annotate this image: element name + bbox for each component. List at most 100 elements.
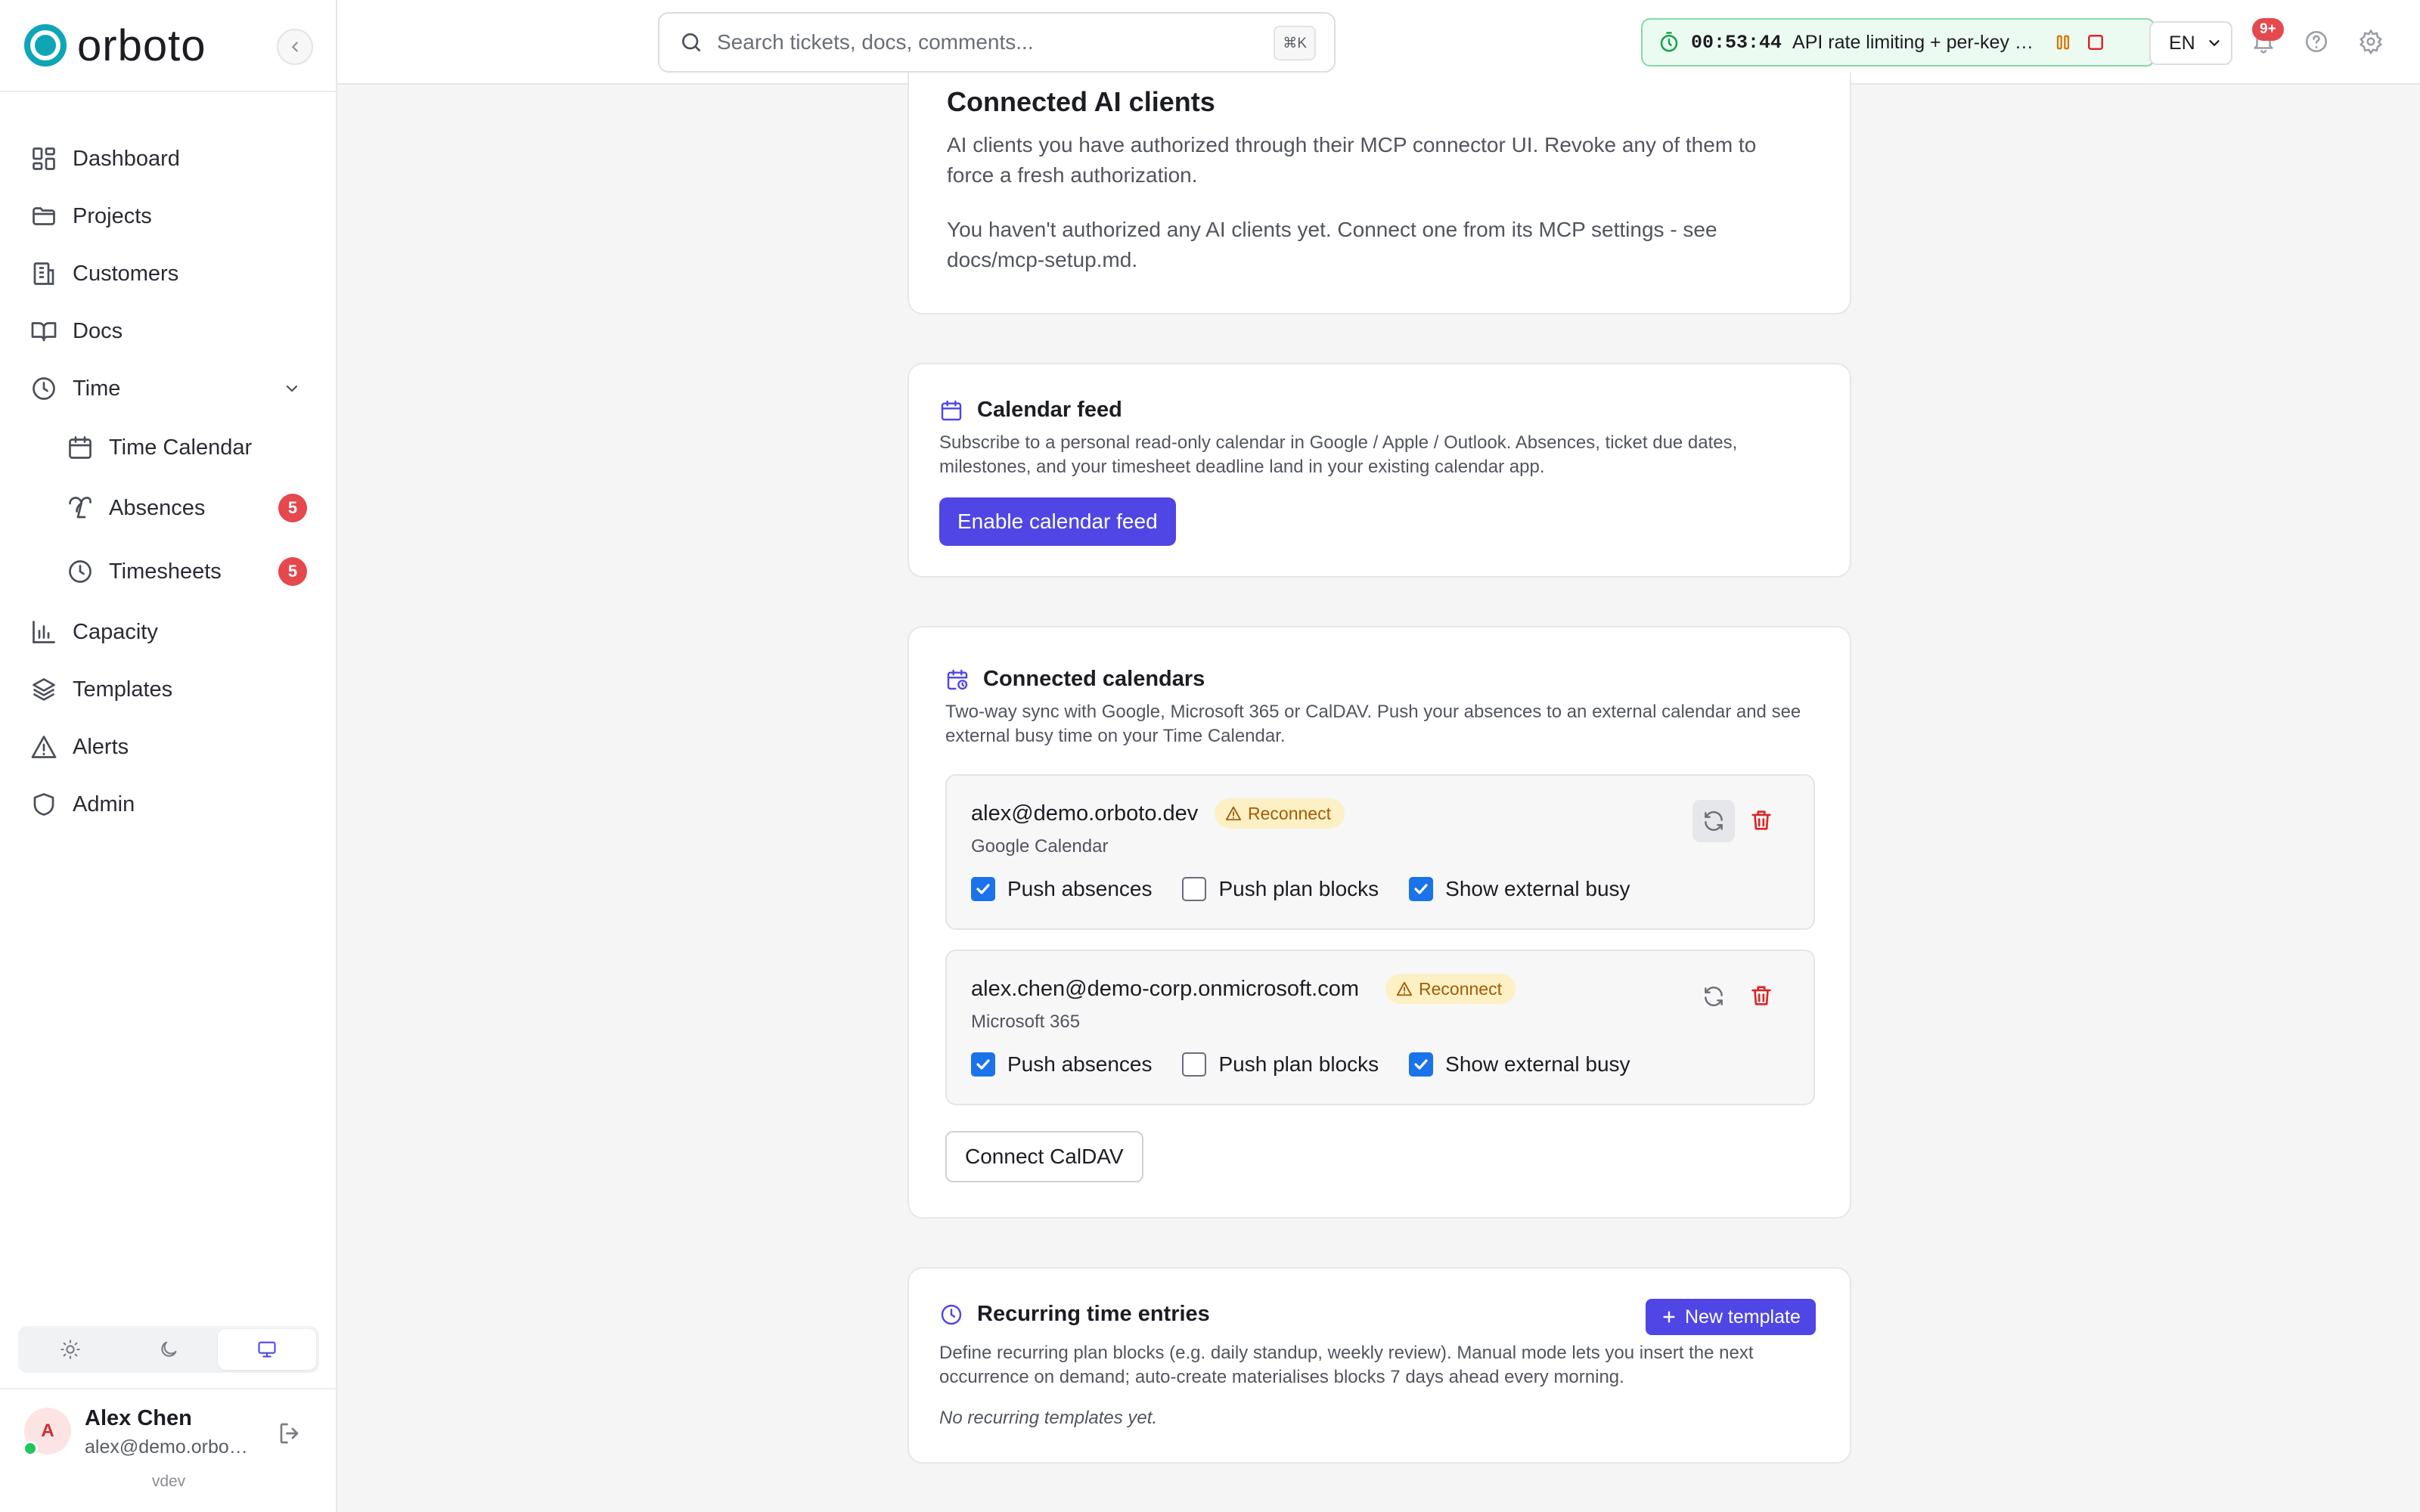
- sidebar-item-absences[interactable]: Absences 5: [54, 484, 319, 532]
- sidebar-item-docs[interactable]: Docs: [18, 307, 319, 355]
- gear-icon[interactable]: [2358, 29, 2384, 54]
- notification-count-badge: 9+: [2252, 18, 2284, 41]
- checkbox-label: Push absences: [1007, 1052, 1153, 1076]
- refresh-icon: [1705, 987, 1723, 1006]
- check-icon: [976, 1059, 990, 1070]
- checkbox-label: Push plan blocks: [1218, 1052, 1379, 1076]
- trash-icon[interactable]: [1748, 983, 1774, 1009]
- sync-now-button[interactable]: [1692, 800, 1735, 842]
- sidebar-item-label: Admin: [73, 792, 135, 816]
- language-select[interactable]: EN: [2149, 21, 2232, 65]
- app-version: vdev: [151, 1473, 186, 1490]
- connect-caldav-button[interactable]: Connect CalDAV: [945, 1131, 1143, 1182]
- sun-icon: [60, 1340, 80, 1359]
- sidebar-item-label: Templates: [73, 677, 173, 702]
- chevron-down-icon: [2209, 40, 2220, 46]
- reconnect-badge[interactable]: Reconnect: [1385, 974, 1516, 1004]
- card-description: Subscribe to a personal read-only calend…: [939, 432, 1738, 477]
- search-shortcut-hint: ⌘K: [1274, 26, 1316, 60]
- brand-name: orboto: [77, 20, 206, 70]
- card-title: Recurring time entries: [977, 1302, 1210, 1326]
- divider: [0, 1388, 337, 1390]
- theme-light-button[interactable]: [21, 1329, 119, 1370]
- push-absences-checkbox[interactable]: Push absences: [971, 877, 1152, 901]
- sidebar-item-customers[interactable]: Customers: [18, 249, 319, 298]
- clock-icon: [33, 377, 55, 400]
- checkbox-unchecked[interactable]: [1182, 877, 1207, 901]
- folder-icon: [33, 207, 55, 225]
- connected-calendars-card: Connected calendars Two-way sync with Go…: [908, 626, 1851, 1219]
- pause-icon[interactable]: [2052, 32, 2074, 53]
- stopwatch-icon: [1660, 32, 1678, 52]
- search-box[interactable]: ⌘K: [658, 12, 1336, 73]
- sidebar-item-admin[interactable]: Admin: [18, 780, 319, 829]
- checkbox-label: Show external busy: [1445, 1052, 1630, 1076]
- user-name: Alex Chen: [85, 1406, 192, 1430]
- checkbox-checked[interactable]: [971, 877, 995, 901]
- calendar-clock-icon: [947, 669, 968, 689]
- check-icon: [976, 884, 990, 894]
- card-description: Define recurring plan blocks (e.g. daily…: [939, 1343, 1754, 1387]
- sidebar-item-label: Customers: [73, 261, 179, 286]
- checkbox-checked[interactable]: [1409, 877, 1434, 901]
- timer-task-name: API rate limiting + per-key quotas: [1792, 31, 2042, 53]
- sidebar-item-alerts[interactable]: Alerts: [18, 723, 319, 771]
- connection-provider: Google Calendar: [971, 836, 1109, 857]
- calendar-icon: [69, 436, 92, 459]
- card-title: Calendar feed: [977, 398, 1122, 422]
- help-icon[interactable]: [2304, 29, 2329, 54]
- calendar-connection: alex.chen@demo-corp.onmicrosoft.com Reco…: [945, 950, 1815, 1105]
- show-external-busy-checkbox[interactable]: Show external busy: [1409, 1052, 1630, 1077]
- checkbox-label: Push absences: [1007, 877, 1153, 900]
- calendar-connection: alex@demo.orboto.dev Reconnect Google Ca…: [945, 774, 1815, 930]
- brand-logo[interactable]: orboto: [24, 20, 206, 70]
- logout-icon[interactable]: [277, 1420, 304, 1447]
- monitor-icon: [258, 1341, 276, 1358]
- push-plan-blocks-checkbox[interactable]: Push plan blocks: [1182, 1052, 1379, 1077]
- connection-provider: Microsoft 365: [971, 1012, 1081, 1032]
- stop-icon[interactable]: [2084, 31, 2107, 54]
- theme-dark-button[interactable]: [119, 1329, 218, 1370]
- empty-state-text: You haven't authorized any AI clients ye…: [947, 218, 1717, 271]
- sidebar-item-capacity[interactable]: Capacity: [18, 608, 319, 656]
- push-plan-blocks-checkbox[interactable]: Push plan blocks: [1182, 877, 1379, 901]
- search-icon: [682, 33, 700, 51]
- sidebar-item-time[interactable]: Time: [18, 364, 319, 413]
- absences-count-badge: 5: [278, 494, 307, 522]
- theme-system-button[interactable]: [218, 1329, 316, 1370]
- sidebar-item-dashboard[interactable]: Dashboard: [18, 135, 319, 183]
- plus-icon: [1663, 1311, 1675, 1323]
- sidebar-item-label: Dashboard: [73, 146, 180, 171]
- reconnect-label: Reconnect: [1248, 803, 1331, 823]
- checkbox-unchecked[interactable]: [1182, 1052, 1207, 1077]
- checkbox-checked[interactable]: [1409, 1052, 1434, 1077]
- reconnect-label: Reconnect: [1419, 978, 1502, 999]
- sidebar-item-timesheets[interactable]: Timesheets 5: [54, 547, 319, 596]
- search-input[interactable]: [717, 30, 1246, 54]
- book-icon: [31, 322, 57, 342]
- chevron-left-icon: [292, 42, 298, 52]
- sidebar-item-label: Docs: [73, 318, 123, 343]
- building-icon: [33, 262, 54, 285]
- push-absences-checkbox[interactable]: Push absences: [971, 1052, 1152, 1077]
- button-label: New template: [1685, 1306, 1801, 1328]
- show-external-busy-checkbox[interactable]: Show external busy: [1409, 877, 1630, 901]
- trash-icon[interactable]: [1748, 807, 1774, 833]
- sync-options: Push absences Push plan blocks Show exte…: [971, 877, 1630, 901]
- enable-calendar-feed-button[interactable]: Enable calendar feed: [939, 497, 1176, 546]
- sidebar-item-templates[interactable]: Templates: [18, 665, 319, 714]
- sidebar-item-projects[interactable]: Projects: [18, 192, 319, 240]
- running-timer[interactable]: 00:53:44 API rate limiting + per-key quo…: [1641, 18, 2155, 67]
- card-description: Two-way sync with Google, Microsoft 365 …: [945, 702, 1801, 746]
- reconnect-badge[interactable]: Reconnect: [1215, 798, 1345, 829]
- new-template-button[interactable]: New template: [1646, 1299, 1816, 1335]
- checkbox-checked[interactable]: [971, 1052, 995, 1077]
- sidebar-item-label: Absences: [109, 495, 206, 520]
- collapse-sidebar-button[interactable]: [277, 29, 313, 65]
- sync-now-button[interactable]: [1692, 975, 1735, 1018]
- moon-icon: [161, 1341, 177, 1357]
- sidebar-item-time-calendar[interactable]: Time Calendar: [54, 423, 319, 472]
- checkbox-label: Push plan blocks: [1218, 877, 1379, 900]
- orboto-logo-icon: [24, 24, 67, 67]
- warning-icon: [31, 736, 57, 758]
